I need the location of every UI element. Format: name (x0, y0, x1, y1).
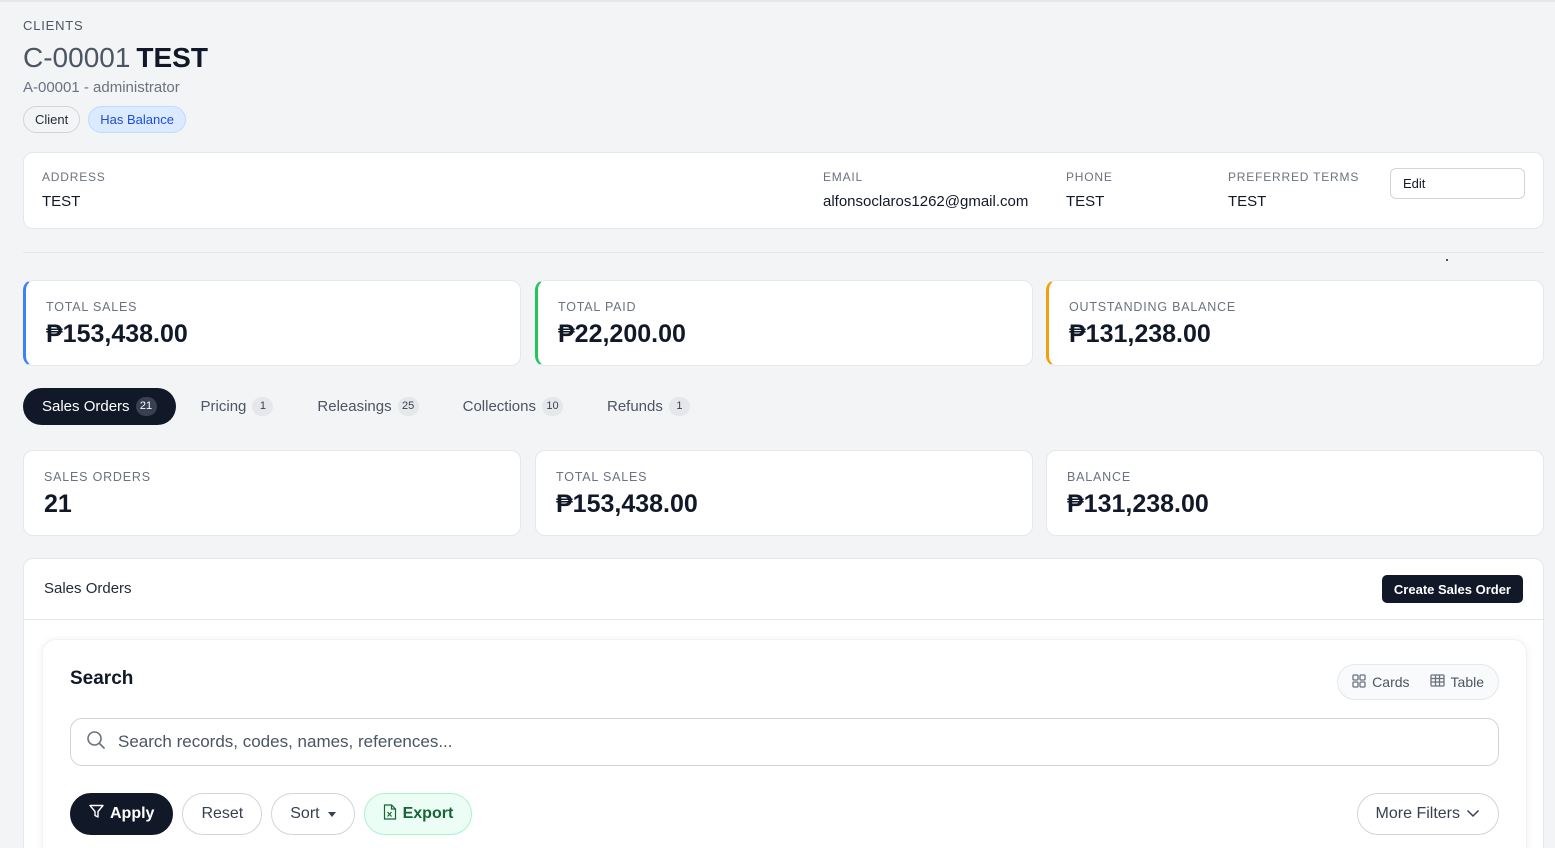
more-filters-button[interactable]: More Filters (1356, 793, 1499, 835)
filter-icon (89, 804, 104, 824)
panel-title: Sales Orders (44, 580, 132, 597)
tab-collections[interactable]: Collections 10 (444, 388, 582, 425)
stat-label: TOTAL PAID (558, 300, 637, 314)
view-toggle: Cards Table (1337, 664, 1499, 700)
cards-label: Cards (1372, 674, 1410, 690)
export-label: Export (402, 805, 454, 822)
stat-label: BALANCE (1067, 470, 1131, 484)
edit-button[interactable]: Edit (1390, 168, 1525, 199)
more-filters-label: More Filters (1375, 805, 1460, 822)
stat-value: ₱131,238.00 (1067, 490, 1209, 518)
reset-button[interactable]: Reset (182, 793, 263, 835)
tab-count: 1 (252, 397, 274, 416)
email-value: alfonsoclaros1262@gmail.com (823, 193, 1029, 210)
tab-label: Sales Orders (42, 398, 130, 415)
client-info-card: ADDRESS TEST EMAIL alfonsoclaros1262@gma… (23, 152, 1544, 229)
search-input[interactable] (118, 732, 1418, 752)
address-label: ADDRESS (42, 170, 106, 184)
tab-total-sales-card: TOTAL SALES ₱153,438.00 (535, 450, 1033, 536)
tab-refunds[interactable]: Refunds 1 (588, 388, 709, 425)
tab-count: 21 (135, 397, 157, 416)
sort-button[interactable]: Sort (271, 793, 355, 835)
tab-label: Collections (462, 398, 536, 415)
client-code: C-00001 (23, 42, 131, 73)
caret-down-icon (327, 811, 336, 817)
stat-label: SALES ORDERS (44, 470, 151, 484)
table-view-button[interactable]: Table (1422, 668, 1492, 696)
stat-value: ₱22,200.00 (558, 320, 686, 348)
create-sales-order-button[interactable]: Create Sales Order (1381, 575, 1523, 603)
address-field: ADDRESS TEST (42, 170, 106, 210)
table-icon (1429, 674, 1445, 690)
breadcrumb[interactable]: CLIENTS (23, 18, 84, 33)
terms-value: TEST (1228, 193, 1267, 210)
has-balance-badge: Has Balance (88, 106, 186, 133)
table-label: Table (1450, 674, 1484, 690)
cards-view-button[interactable]: Cards (1344, 668, 1417, 696)
tab-bar: Sales Orders 21 Pricing 1 Releasings 25 … (23, 388, 715, 425)
search-icon (86, 730, 106, 755)
sales-orders-panel: Sales Orders Create Sales Order Search C… (23, 558, 1544, 848)
client-badge: Client (23, 106, 81, 133)
stat-value: ₱131,238.00 (1069, 320, 1211, 348)
excel-file-icon (383, 803, 397, 825)
email-field: EMAIL alfonsoclaros1262@gmail.com (823, 170, 1028, 210)
tab-label: Releasings (317, 398, 392, 415)
terms-label: PREFERRED TERMS (1228, 170, 1360, 184)
page-subtitle: A-00001 - administrator (23, 79, 180, 96)
client-name: TEST (136, 42, 208, 73)
tab-count: 10 (542, 397, 563, 416)
total-paid-card: TOTAL PAID ₱22,200.00 (535, 280, 1033, 366)
page-title: C-00001 TEST (23, 40, 208, 76)
total-sales-card: TOTAL SALES ₱153,438.00 (23, 280, 521, 366)
terms-field: PREFERRED TERMS TEST (1228, 170, 1359, 210)
stat-value: ₱153,438.00 (46, 320, 188, 348)
phone-label: PHONE (1066, 170, 1113, 184)
tab-label: Pricing (200, 398, 247, 415)
tab-pricing[interactable]: Pricing 1 (182, 388, 293, 425)
stat-value: ₱153,438.00 (556, 490, 698, 518)
stat-label: TOTAL SALES (556, 470, 648, 484)
phone-field: PHONE TEST (1066, 170, 1113, 210)
stray-dot (1446, 259, 1448, 261)
filter-actions: Apply Reset Sort Export (70, 793, 473, 835)
sort-label: Sort (290, 805, 320, 822)
search-title: Search (70, 668, 134, 689)
apply-label: Apply (110, 805, 155, 822)
tab-sales-orders[interactable]: Sales Orders 21 (23, 388, 176, 425)
phone-value: TEST (1066, 193, 1105, 210)
export-button[interactable]: Export (363, 793, 473, 835)
stat-value: 21 (44, 490, 72, 518)
status-chips: Client Has Balance (23, 106, 186, 133)
tab-count: 1 (668, 397, 690, 416)
email-label: EMAIL (823, 170, 864, 184)
search-box (70, 718, 1499, 766)
chevron-down-icon (1466, 805, 1480, 823)
address-value: TEST (42, 193, 81, 210)
sales-orders-count-card: SALES ORDERS 21 (23, 450, 521, 536)
divider (23, 252, 1544, 253)
stat-label: OUTSTANDING BALANCE (1069, 300, 1237, 314)
outstanding-balance-card: OUTSTANDING BALANCE ₱131,238.00 (1046, 280, 1544, 366)
search-card: Search Cards Table Search records, codes… (42, 639, 1527, 848)
grid-icon (1352, 673, 1366, 691)
tab-releasings[interactable]: Releasings 25 (298, 388, 437, 425)
panel-header: Sales Orders Create Sales Order (24, 559, 1543, 620)
stat-label: TOTAL SALES (46, 300, 138, 314)
tab-label: Refunds (607, 398, 663, 415)
tab-count: 25 (397, 397, 419, 416)
apply-button[interactable]: Apply (70, 793, 174, 835)
tab-balance-card: BALANCE ₱131,238.00 (1046, 450, 1544, 536)
